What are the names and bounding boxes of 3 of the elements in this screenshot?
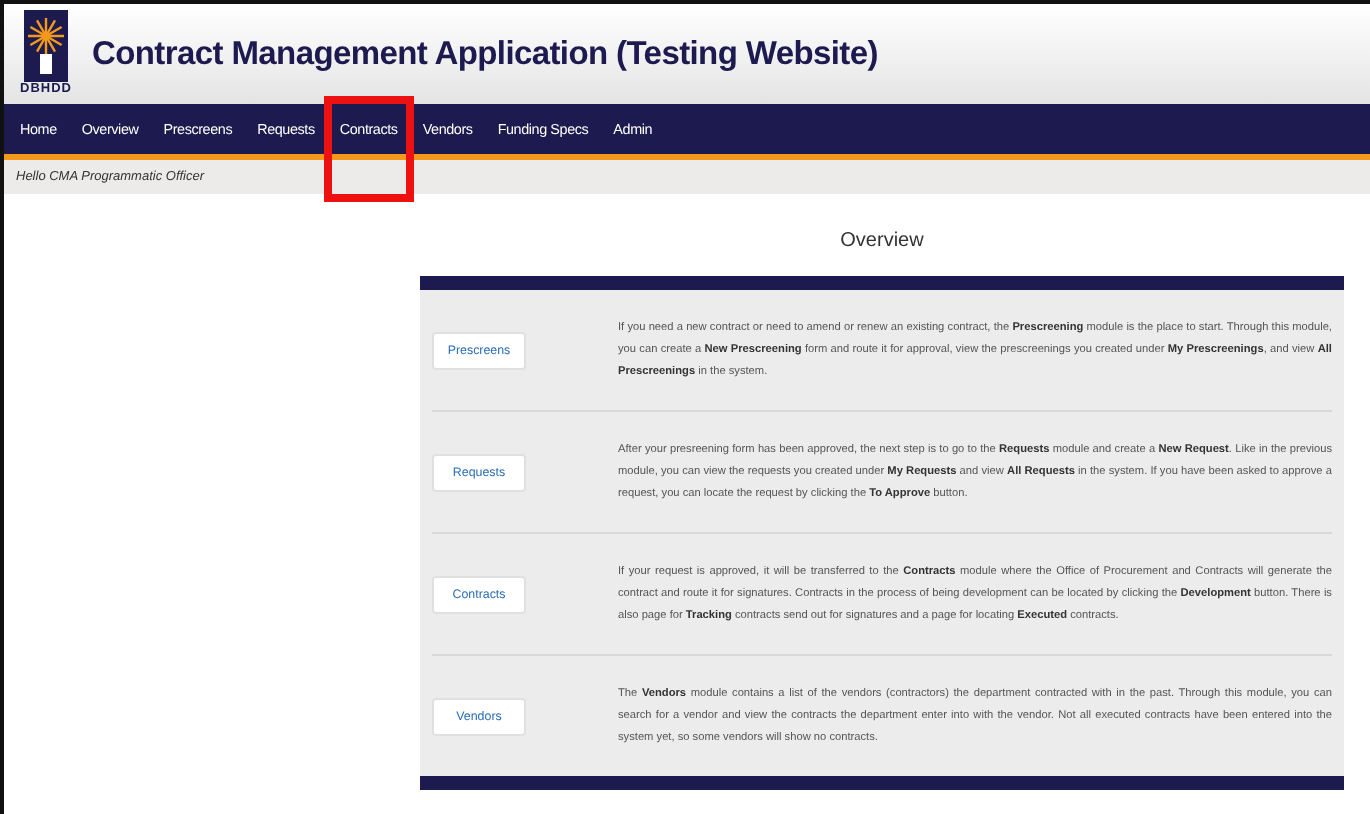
logo-icon [24, 10, 68, 82]
app-title: Contract Management Application (Testing Website) [92, 35, 878, 73]
page-title: Overview [838, 230, 926, 252]
